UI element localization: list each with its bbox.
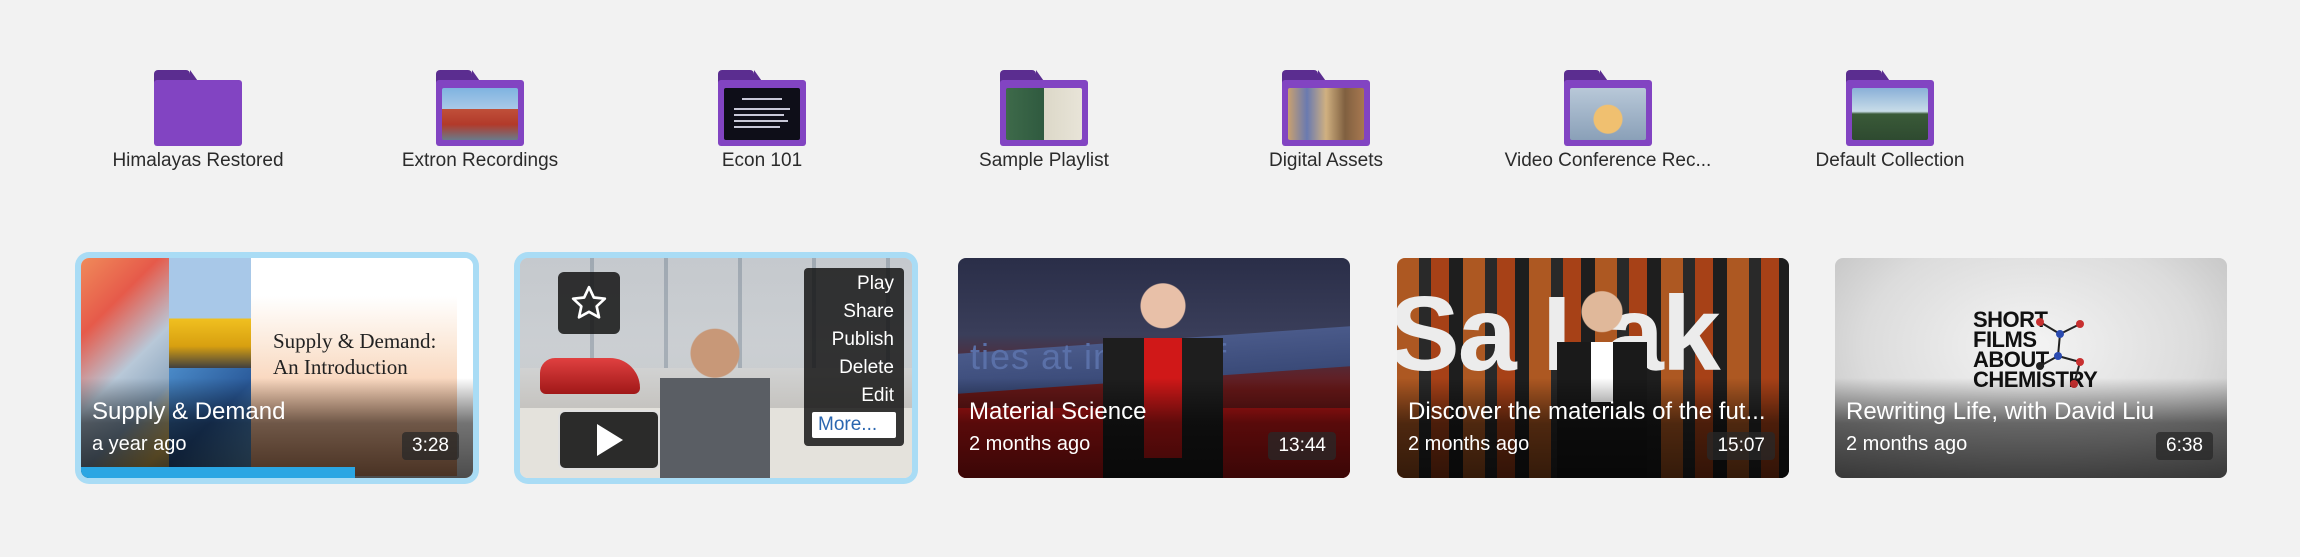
video-card-hovered[interactable]: Play Share Publish Delete Edit More... xyxy=(520,258,912,478)
favorite-button[interactable] xyxy=(558,272,620,334)
video-duration: 6:38 xyxy=(2156,432,2213,460)
folder-icon xyxy=(1282,70,1370,147)
video-date: 2 months ago xyxy=(1408,433,1530,455)
folder-icon xyxy=(1564,70,1652,147)
video-duration: 15:07 xyxy=(1707,432,1775,460)
folder-sample-playlist[interactable]: Sample Playlist xyxy=(903,70,1185,180)
video-card-material-science[interactable]: ties at in ces of Material Science 2 mon… xyxy=(958,258,1350,478)
folder-thumbnail xyxy=(724,88,800,140)
folder-extron-recordings[interactable]: Extron Recordings xyxy=(339,70,621,180)
video-duration: 3:28 xyxy=(402,432,459,460)
video-card-rewriting-life[interactable]: SHORT FILMS ABOUT CHEMISTRY Rewriting Li… xyxy=(1835,258,2227,478)
video-card-supply-demand[interactable]: Supply & Demand: An Introduction Supply &… xyxy=(81,258,473,478)
folder-digital-assets[interactable]: Digital Assets xyxy=(1185,70,1467,180)
play-icon xyxy=(597,424,623,456)
video-title: Material Science xyxy=(969,398,1147,425)
menu-item-edit[interactable]: Edit xyxy=(804,382,904,410)
folder-video-conference-recordings[interactable]: Video Conference Rec... xyxy=(1467,70,1749,180)
folder-thumbnail xyxy=(442,88,518,140)
video-action-menu: Play Share Publish Delete Edit More... xyxy=(804,268,904,446)
folder-label: Video Conference Rec... xyxy=(1504,150,1712,171)
folder-thumbnail xyxy=(1006,88,1082,140)
menu-item-share[interactable]: Share xyxy=(804,298,904,326)
slide-title: Supply & Demand: An Introduction xyxy=(273,329,437,379)
folder-icon xyxy=(154,70,242,147)
folder-thumbnail xyxy=(1288,88,1364,140)
folder-icon xyxy=(436,70,524,147)
folder-label: Default Collection xyxy=(1815,150,1965,171)
menu-item-delete[interactable]: Delete xyxy=(804,354,904,382)
video-duration: 13:44 xyxy=(1268,432,1336,460)
progress-bar xyxy=(81,467,356,478)
folder-default-collection[interactable]: Default Collection xyxy=(1749,70,2031,180)
folder-label: Sample Playlist xyxy=(979,150,1109,171)
folder-icon xyxy=(718,70,806,147)
folder-label: Econ 101 xyxy=(721,150,803,171)
folder-thumbnail xyxy=(1852,88,1928,140)
folder-icon xyxy=(1846,70,1934,147)
folder-label: Digital Assets xyxy=(1268,150,1384,171)
video-title: Supply & Demand xyxy=(92,398,286,425)
star-icon xyxy=(571,285,607,319)
folder-label: Extron Recordings xyxy=(401,150,559,171)
video-date: 2 months ago xyxy=(1846,433,1968,455)
video-date: 2 months ago xyxy=(969,433,1091,455)
play-button[interactable] xyxy=(558,410,660,470)
video-title: Discover the materials of the fut... xyxy=(1408,398,1766,425)
menu-item-publish[interactable]: Publish xyxy=(804,326,904,354)
folder-himalayas-restored[interactable]: Himalayas Restored xyxy=(57,70,339,180)
menu-item-more[interactable]: More... xyxy=(812,412,896,438)
video-card-discover-materials[interactable]: Sa Lak Discover the materials of the fut… xyxy=(1397,258,1789,478)
folder-thumbnail xyxy=(1570,88,1646,140)
folder-label: Himalayas Restored xyxy=(112,150,284,171)
folder-icon xyxy=(1000,70,1088,147)
video-title: Rewriting Life, with David Liu xyxy=(1846,398,2155,425)
menu-item-play[interactable]: Play xyxy=(804,270,904,298)
folder-econ-101[interactable]: Econ 101 xyxy=(621,70,903,180)
video-date: a year ago xyxy=(92,433,187,455)
